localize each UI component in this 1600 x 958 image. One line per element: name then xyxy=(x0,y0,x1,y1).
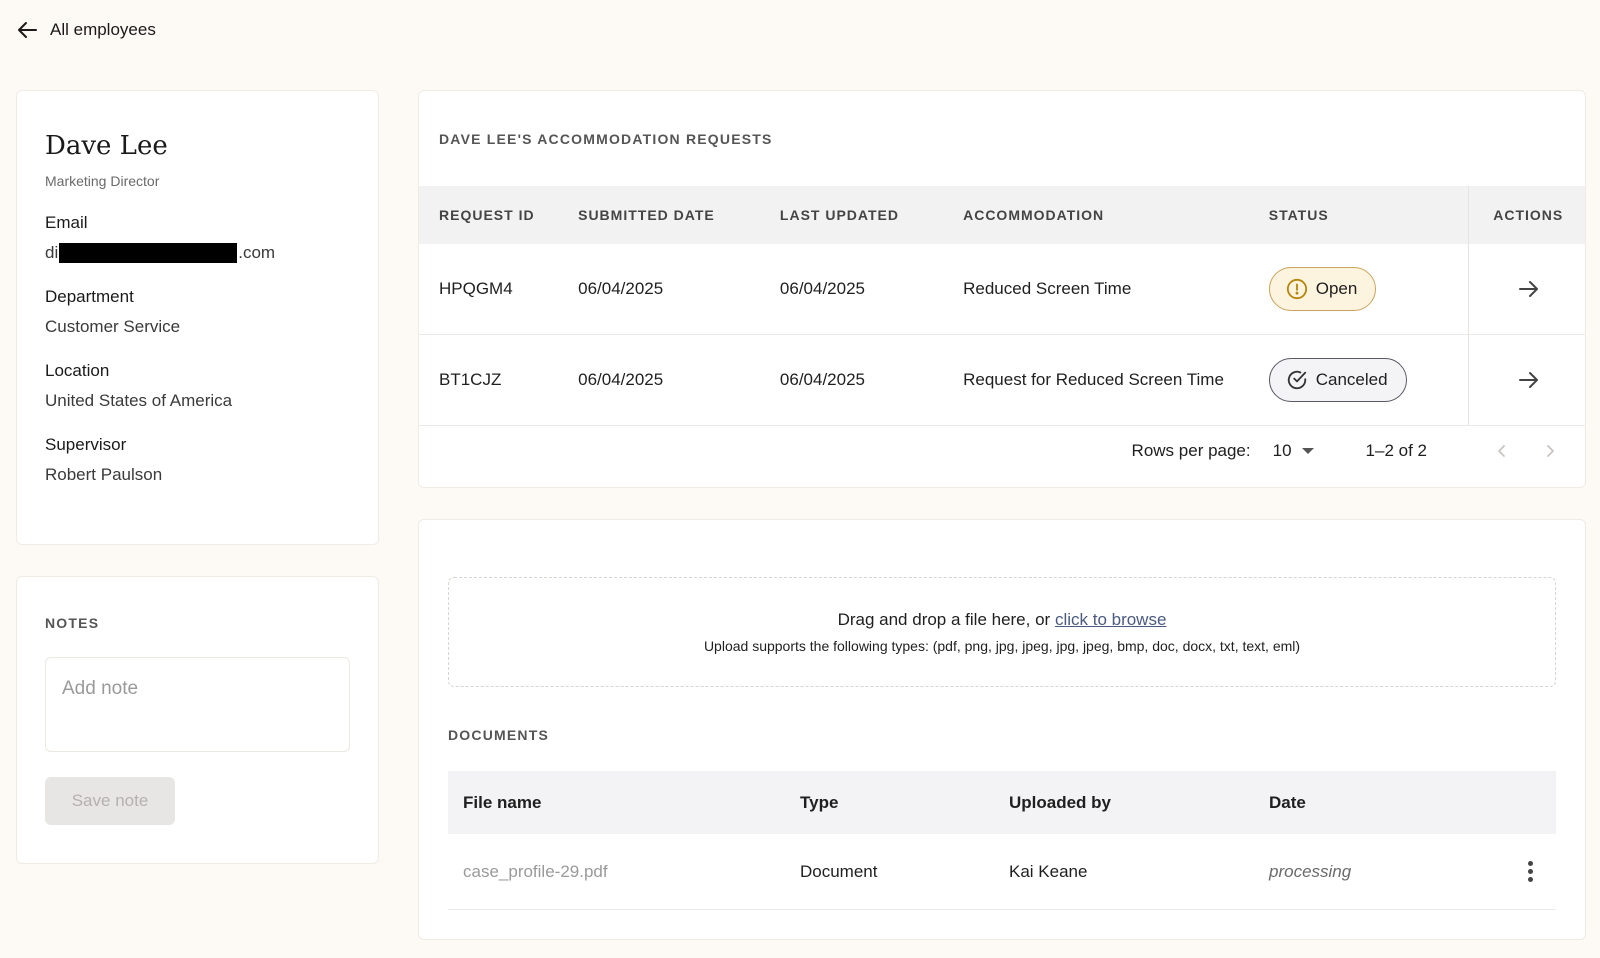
column-header-date: Date xyxy=(1269,792,1306,812)
uploaded-by-cell: Kai Keane xyxy=(1009,861,1088,881)
open-request-button[interactable] xyxy=(1516,277,1540,301)
column-header-request-id: REQUEST ID xyxy=(439,207,535,223)
file-dropzone[interactable]: Drag and drop a file here, or click to b… xyxy=(448,577,1556,687)
status-label: Open xyxy=(1315,279,1358,298)
rows-per-page-value: 10 xyxy=(1272,441,1292,460)
supervisor-label: Supervisor xyxy=(45,435,127,454)
email-label: Email xyxy=(45,213,88,232)
click-to-browse-link[interactable]: click to browse xyxy=(1055,610,1166,629)
submitted-date-cell: 06/04/2025 xyxy=(578,279,664,298)
more-vertical-icon xyxy=(1524,857,1537,886)
check-circle-icon xyxy=(1287,370,1306,390)
submitted-date-cell: 06/04/2025 xyxy=(578,370,664,389)
rows-per-page-select[interactable]: 10 xyxy=(1273,441,1314,461)
type-cell: Document xyxy=(800,861,878,881)
column-header-uploaded-by: Uploaded by xyxy=(1009,792,1112,812)
email-value: di .com xyxy=(45,243,350,263)
email-suffix: .com xyxy=(238,243,276,262)
column-header-type: Type xyxy=(800,792,839,812)
column-header-submitted-date: SUBMITTED DATE xyxy=(578,207,715,223)
pagination: Rows per page: 10 1–2 of 2 xyxy=(419,431,1585,471)
row-menu-button[interactable] xyxy=(1505,857,1556,886)
table-row: BT1CJZ 06/04/2025 06/04/2025 Request for… xyxy=(419,335,1585,426)
requests-table-header: REQUEST ID SUBMITTED DATE LAST UPDATED A… xyxy=(419,186,1585,244)
department-value: Customer Service xyxy=(45,317,181,336)
column-header-status: STATUS xyxy=(1268,207,1329,223)
employee-name: Dave Lee xyxy=(45,131,168,161)
status-cell: Canceled xyxy=(1268,358,1428,402)
pagination-range: 1–2 of 2 xyxy=(1365,441,1427,460)
column-header-file-name: File name xyxy=(463,792,542,812)
arrow-right-icon xyxy=(1519,281,1539,297)
arrow-right-icon xyxy=(1519,372,1539,388)
rows-per-page-label: Rows per page: xyxy=(1131,441,1251,460)
next-page-button[interactable] xyxy=(1535,443,1565,459)
actions-cell xyxy=(1468,335,1585,425)
request-id-cell: HPQGM4 xyxy=(439,279,513,298)
caret-down-icon xyxy=(1301,448,1314,454)
request-id-cell: BT1CJZ xyxy=(439,370,502,389)
table-row: HPQGM4 06/04/2025 06/04/2025 Reduced Scr… xyxy=(419,244,1585,335)
column-header-accommodation: ACCOMMODATION xyxy=(963,207,1105,223)
requests-title: DAVE LEE'S ACCOMMODATION REQUESTS xyxy=(439,131,773,147)
dropzone-instruction: Drag and drop a file here, or xyxy=(837,610,1051,629)
column-header-last-updated: LAST UPDATED xyxy=(779,207,899,223)
back-link-label: All employees xyxy=(50,20,156,39)
add-note-input[interactable] xyxy=(45,657,350,752)
alert-circle-icon xyxy=(1286,278,1307,300)
chevron-right-icon xyxy=(1547,445,1554,457)
email-redaction xyxy=(59,243,238,263)
table-row: case_profile-29.pdf Document Kai Keane p… xyxy=(448,834,1556,910)
notes-title: NOTES xyxy=(45,615,100,631)
supervisor-value: Robert Paulson xyxy=(45,465,163,484)
notes-card: NOTES Save note xyxy=(16,576,379,864)
requests-table: REQUEST ID SUBMITTED DATE LAST UPDATED A… xyxy=(419,186,1585,426)
last-updated-cell: 06/04/2025 xyxy=(779,370,865,389)
chevron-left-icon xyxy=(1498,445,1505,457)
last-updated-cell: 06/04/2025 xyxy=(779,279,865,298)
documents-card: Drag and drop a file here, or click to b… xyxy=(418,519,1586,940)
documents-title: DOCUMENTS xyxy=(448,727,550,743)
open-request-button[interactable] xyxy=(1516,368,1540,392)
date-cell: processing xyxy=(1269,861,1352,881)
file-name-cell: case_profile-29.pdf xyxy=(448,862,800,882)
employee-job-title: Marketing Director xyxy=(45,173,160,189)
dropzone-text: Drag and drop a file here, or click to b… xyxy=(838,610,1167,630)
documents-table: File name Type Uploaded by Date case_pro… xyxy=(448,771,1556,910)
email-prefix: di xyxy=(45,243,59,262)
status-label: Canceled xyxy=(1315,370,1388,389)
previous-page-button[interactable] xyxy=(1487,443,1517,459)
location-label: Location xyxy=(45,361,110,380)
column-header-actions: ACTIONS xyxy=(1468,186,1585,244)
actions-cell xyxy=(1468,244,1585,334)
accommodation-cell: Request for Reduced Screen Time xyxy=(963,370,1224,389)
arrow-left-icon xyxy=(18,22,37,38)
location-value: United States of America xyxy=(45,391,233,410)
status-cell: Open xyxy=(1268,267,1428,311)
back-to-all-employees-link[interactable]: All employees xyxy=(16,18,156,42)
save-note-button[interactable]: Save note xyxy=(45,777,175,825)
dropzone-supported-types: Upload supports the following types: (pd… xyxy=(703,638,1301,654)
status-badge-canceled: Canceled xyxy=(1268,358,1407,402)
accommodation-cell: Reduced Screen Time xyxy=(963,279,1132,298)
documents-table-header: File name Type Uploaded by Date xyxy=(448,771,1556,834)
department-label: Department xyxy=(45,287,134,306)
accommodation-requests-card: DAVE LEE'S ACCOMMODATION REQUESTS REQUES… xyxy=(418,90,1586,488)
employee-profile-card: Dave Lee Marketing Director Email di .co… xyxy=(16,90,379,545)
status-badge-open: Open xyxy=(1268,267,1377,311)
file-name-link[interactable]: case_profile-29.pdf xyxy=(463,862,608,881)
